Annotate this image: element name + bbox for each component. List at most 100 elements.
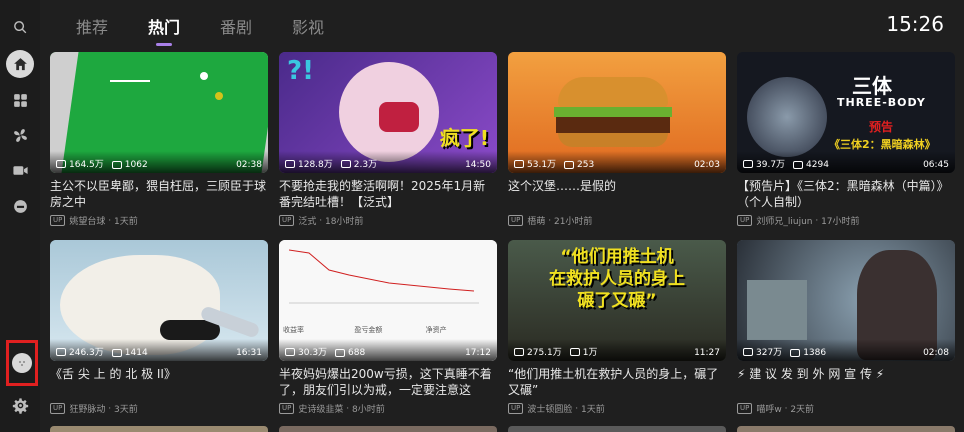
danmaku-count: 253 xyxy=(577,160,595,170)
sidebar xyxy=(0,0,40,432)
view-count: 327万 xyxy=(756,348,783,358)
video-card[interactable]: 246.3万 1414 16:31 《舌 尖 上 的 北 极 II》 UP 狂野… xyxy=(50,240,268,415)
avatar-icon[interactable] xyxy=(12,353,32,373)
publish-time: 3天前 xyxy=(113,405,138,415)
duration: 02:08 xyxy=(923,348,949,358)
duration: 16:31 xyxy=(236,348,262,358)
video-icon[interactable] xyxy=(6,156,34,184)
danmaku-icon xyxy=(111,161,122,169)
video-thumbnail[interactable]: 53.1万 253 02:03 xyxy=(508,52,726,173)
play-count-icon xyxy=(514,347,524,356)
danmaku-count: 2.3万 xyxy=(353,160,378,170)
danmaku-icon xyxy=(335,349,346,357)
video-card[interactable]: 三体 THREE-BODY 预告 《三体2：黑暗森林》 39.7万 4294 06:4… xyxy=(737,52,955,227)
play-count-icon xyxy=(56,159,66,168)
danmaku-count: 1062 xyxy=(124,160,148,170)
play-count-icon xyxy=(743,159,753,168)
uploader-row[interactable]: UP 姚望台球 · 1天前 xyxy=(50,214,268,227)
uploader-name: 刘师兄_liujun xyxy=(756,217,813,227)
up-badge: UP xyxy=(737,215,753,226)
grid-icon[interactable] xyxy=(6,86,34,114)
next-row-peek xyxy=(50,426,955,432)
tab-hot[interactable]: 热门 xyxy=(148,14,180,46)
thumb-caption: 三体 xyxy=(852,74,892,98)
danmaku-icon xyxy=(569,347,580,356)
duration: 14:50 xyxy=(465,160,491,170)
uploader-name: 泛式 xyxy=(298,217,317,227)
video-title[interactable]: “他们用推土机在救护人员的身上，碾了又碾” xyxy=(508,366,726,398)
home-icon[interactable] xyxy=(6,50,34,78)
video-card[interactable]: “他们用推土机 在救护人员的身上 碾了又碾” 275.1万 1万 11:27 “他们… xyxy=(508,240,726,415)
uploader-name: 狂野脉动 xyxy=(69,405,106,415)
thumb-caption: 收益率 xyxy=(283,326,304,334)
video-card[interactable]: ?! 疯了! 128.8万 2.3万 14:50 不要抢走我的整活啊啊！2025年… xyxy=(279,52,497,227)
video-card[interactable]: 164.5万 1062 02:38 主公不以臣卑鄙，猥自枉屈，三顾臣于球房之中 … xyxy=(50,52,268,227)
tab-anime[interactable]: 番剧 xyxy=(220,14,252,38)
play-count-icon xyxy=(285,347,295,356)
fan-icon[interactable] xyxy=(6,121,34,149)
uploader-name: 姚望台球 xyxy=(69,217,106,227)
duration: 17:12 xyxy=(465,348,491,358)
video-title[interactable]: 主公不以臣卑鄙，猥自枉屈，三顾臣于球房之中 xyxy=(50,178,268,210)
uploader-row[interactable]: UP 波士顿圆脸 · 1天前 xyxy=(508,402,726,415)
uploader-row[interactable]: UP 喵呼w · 2天前 xyxy=(737,402,955,415)
duration: 06:45 xyxy=(923,160,949,170)
tab-movies[interactable]: 影视 xyxy=(292,14,324,38)
thumb-caption: 预告 xyxy=(869,120,894,134)
publish-time: 18小时前 xyxy=(324,217,364,227)
video-thumbnail[interactable]: ?! 疯了! 128.8万 2.3万 14:50 xyxy=(279,52,497,173)
video-thumbnail[interactable]: 收益率 盈亏金额 净资产 30.3万 688 17:12 xyxy=(279,240,497,361)
up-badge: UP xyxy=(50,403,66,414)
thumb-caption: 在救护人员的身上 xyxy=(549,269,685,289)
publish-time: 1天前 xyxy=(113,217,138,227)
video-title[interactable]: 《舌 尖 上 的 北 极 II》 xyxy=(50,366,268,398)
video-thumbnail[interactable]: 164.5万 1062 02:38 xyxy=(50,52,268,173)
video-thumbnail[interactable]: 327万 1386 02:08 xyxy=(737,240,955,361)
video-card[interactable]: 收益率 盈亏金额 净资产 30.3万 688 17:12 半夜妈妈爆出200w亏损，… xyxy=(279,240,497,415)
play-count-icon xyxy=(285,159,295,168)
danmaku-count: 4294 xyxy=(806,160,829,170)
publish-time: 17小时前 xyxy=(821,217,860,227)
uploader-row[interactable]: UP 狂野脉动 · 3天前 xyxy=(50,402,268,415)
up-badge: UP xyxy=(737,403,753,414)
thumb-caption: “他们用推土机 xyxy=(560,247,674,267)
danmaku-count: 1万 xyxy=(582,348,598,358)
video-meta: 39.7万 4294 06:45 xyxy=(737,151,955,173)
danmaku-icon xyxy=(564,161,575,169)
up-badge: UP xyxy=(50,215,66,226)
video-title[interactable]: 【预告片】《三体2：黑暗森林（中篇）》（个人自制） xyxy=(737,178,955,210)
view-count: 30.3万 xyxy=(298,348,328,358)
duration: 02:03 xyxy=(694,160,720,170)
uploader-row[interactable]: UP 刘师兄_liujun · 17小时前 xyxy=(737,214,955,227)
tab-recommend[interactable]: 推荐 xyxy=(76,14,108,38)
uploader-row[interactable]: UP 梧萌 · 21小时前 xyxy=(508,214,726,227)
uploader-name: 波士顿圆脸 xyxy=(527,405,573,415)
avatar-highlight[interactable] xyxy=(6,340,38,386)
publish-time: 1天前 xyxy=(580,405,605,415)
gear-icon[interactable] xyxy=(6,391,34,419)
circle-icon[interactable] xyxy=(6,192,34,220)
thumb-caption: 盈亏金额 xyxy=(354,326,383,334)
video-title[interactable]: 半夜妈妈爆出200w亏损，这下真睡不着了，朋友们引以为戒，一定要注意这 xyxy=(279,366,497,398)
video-title[interactable]: 这个汉堡……是假的 xyxy=(508,178,726,210)
danmaku-count: 688 xyxy=(348,348,366,358)
uploader-row[interactable]: UP 史诗级韭菜 · 8小时前 xyxy=(279,402,497,415)
up-badge: UP xyxy=(279,215,295,226)
video-meta: 164.5万 1062 02:38 xyxy=(50,151,268,173)
view-count: 164.5万 xyxy=(69,160,104,170)
view-count: 246.3万 xyxy=(69,348,104,358)
video-thumbnail[interactable]: “他们用推土机 在救护人员的身上 碾了又碾” 275.1万 1万 11:27 xyxy=(508,240,726,361)
video-title[interactable]: ⚡ 建 议 发 到 外 网 宣 传 ⚡ xyxy=(737,366,955,398)
video-card[interactable]: 327万 1386 02:08 ⚡ 建 议 发 到 外 网 宣 传 ⚡ UP 喵… xyxy=(737,240,955,415)
publish-time: 8小时前 xyxy=(351,405,385,415)
video-thumbnail[interactable]: 246.3万 1414 16:31 xyxy=(50,240,268,361)
view-count: 128.8万 xyxy=(298,160,333,170)
video-title[interactable]: 不要抢走我的整活啊啊！2025年1月新番完结吐槽！【泛式】 xyxy=(279,178,497,210)
uploader-row[interactable]: UP 泛式 · 18小时前 xyxy=(279,214,497,227)
thumb-caption: THREE-BODY xyxy=(837,96,926,109)
video-thumbnail[interactable]: 三体 THREE-BODY 预告 《三体2：黑暗森林》 39.7万 4294 06:4… xyxy=(737,52,955,173)
video-card[interactable]: 53.1万 253 02:03 这个汉堡……是假的 UP 梧萌 · 21小时前 xyxy=(508,52,726,227)
clock: 15:26 xyxy=(886,12,944,36)
search-icon[interactable] xyxy=(6,13,34,41)
video-meta: 30.3万 688 17:12 xyxy=(279,339,497,361)
